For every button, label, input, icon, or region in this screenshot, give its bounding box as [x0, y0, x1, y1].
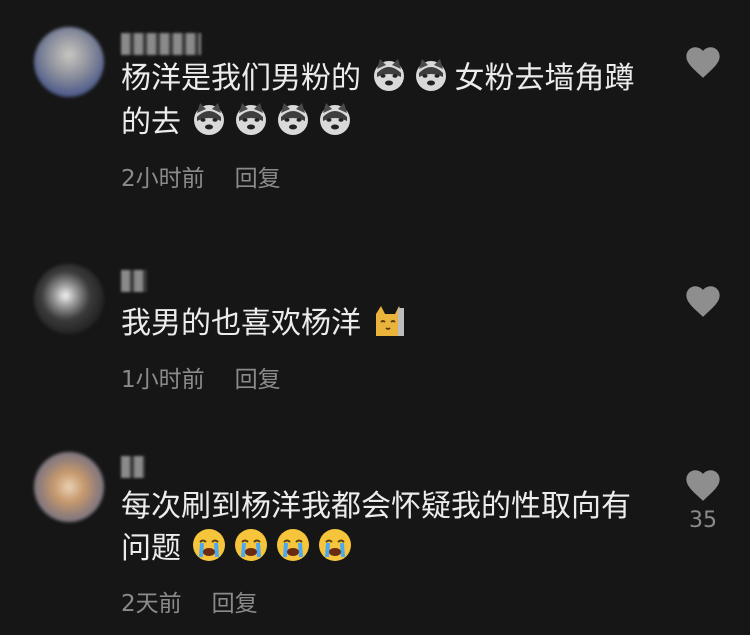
- heart-icon[interactable]: [684, 283, 722, 319]
- username-blurred[interactable]: [121, 33, 201, 55]
- comment-text-line-1b: 女粉去墙角蹲: [454, 61, 635, 96]
- reply-button[interactable]: 回复: [212, 591, 258, 617]
- comment-time: 2小时前: [121, 166, 205, 192]
- comment-text: 我男的也喜欢杨洋: [121, 299, 413, 349]
- comment-meta: 1小时前 回复: [121, 360, 281, 394]
- crying-emoji-icon: [276, 529, 309, 561]
- comment-meta: 2小时前 回复: [121, 159, 281, 193]
- crying-emoji-icon: [234, 529, 267, 561]
- crying-emoji-icon: [318, 529, 351, 561]
- comment-text-line-2: 的去: [121, 105, 181, 140]
- reply-button[interactable]: 回复: [235, 166, 281, 192]
- comment-time: 1小时前: [121, 367, 205, 393]
- dog-emoji-icon: [193, 103, 224, 135]
- avatar[interactable]: [34, 264, 104, 334]
- dog-emoji-icon: [319, 103, 350, 135]
- comment-meta: 2天前 回复: [121, 584, 258, 618]
- comment-text: 杨洋是我们男粉的 女粉去墙角蹲: [121, 54, 635, 104]
- avatar[interactable]: [34, 452, 104, 522]
- like-count: 35: [689, 508, 717, 533]
- comment-text-line-2-row: 问题: [121, 524, 359, 574]
- dog-emoji-icon: [235, 103, 266, 135]
- comment-time: 2天前: [121, 591, 182, 617]
- comment-text-line-1: 杨洋是我们男粉的: [121, 61, 361, 96]
- comment-text-line-2-row: 的去: [121, 98, 359, 148]
- dog-emoji-icon: [373, 59, 404, 91]
- crying-emoji-icon: [192, 529, 225, 561]
- comment-text-line-1: 我男的也喜欢杨洋: [121, 306, 361, 341]
- avatar[interactable]: [34, 27, 104, 97]
- reply-button[interactable]: 回复: [235, 367, 281, 393]
- cat-emoji-icon: [375, 306, 404, 336]
- dog-emoji-icon: [415, 59, 446, 91]
- dog-emoji-icon: [277, 103, 308, 135]
- comment-text-line-1: 每次刷到杨洋我都会怀疑我的性取向有: [121, 489, 631, 524]
- heart-icon[interactable]: [684, 44, 722, 80]
- heart-icon[interactable]: [684, 467, 722, 503]
- username-blurred[interactable]: [121, 456, 145, 478]
- username-blurred[interactable]: [121, 270, 147, 292]
- comment-text-line-2: 问题: [121, 531, 181, 566]
